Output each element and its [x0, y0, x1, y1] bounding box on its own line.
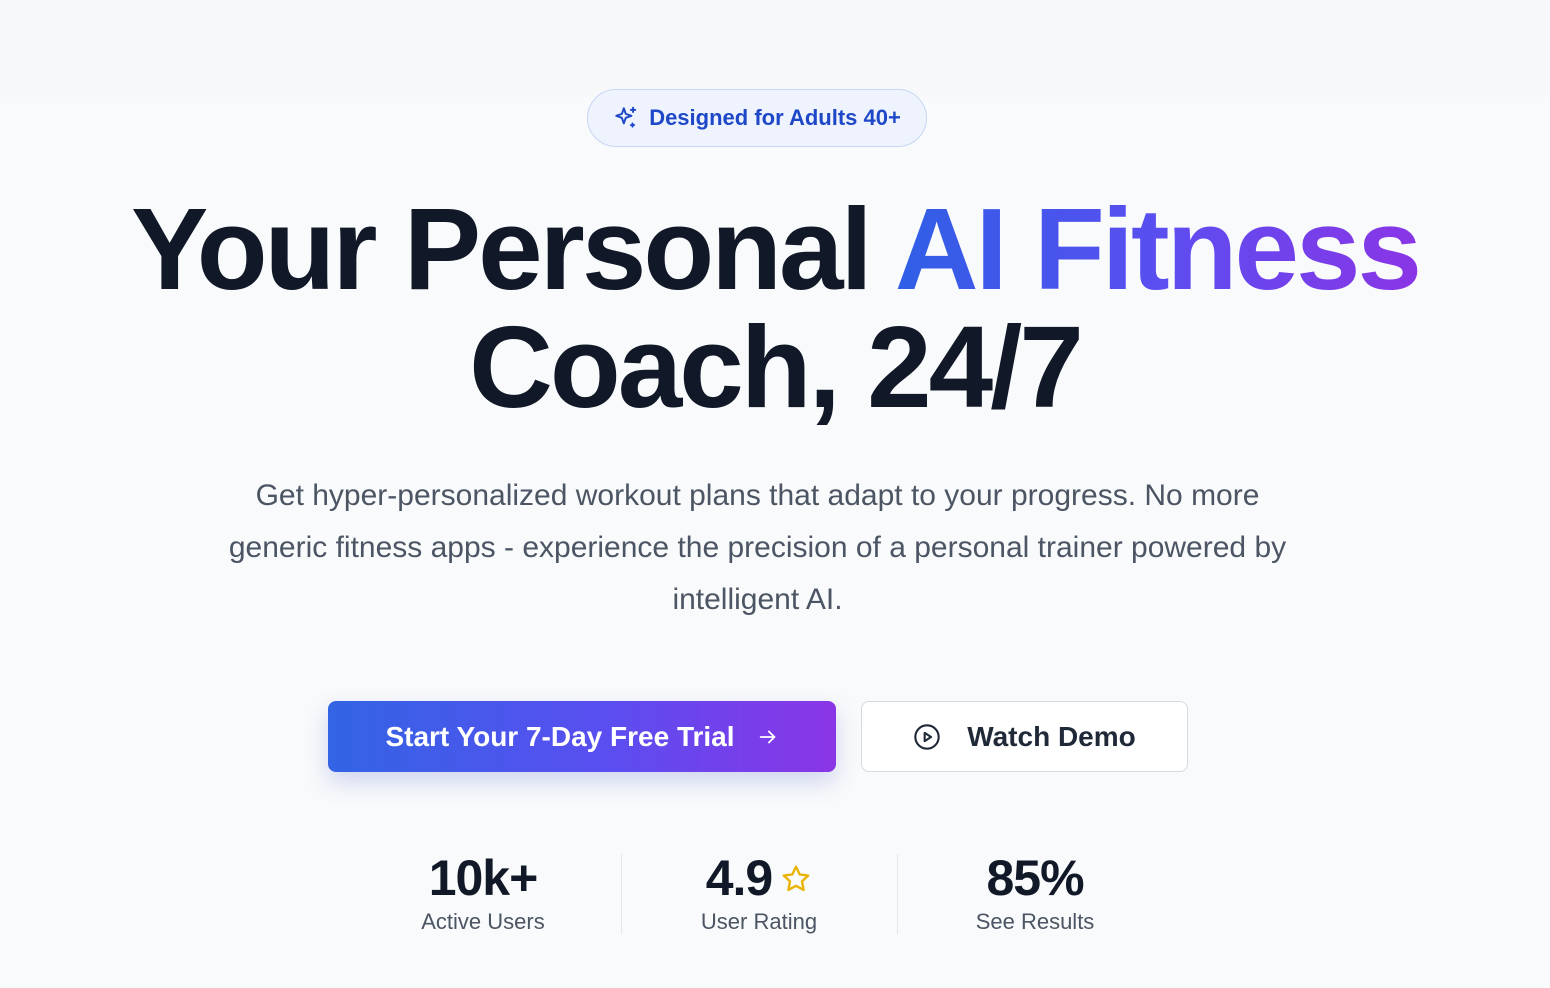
start-free-trial-label: Start Your 7-Day Free Trial: [385, 720, 735, 752]
stat-value: 85%: [986, 850, 1084, 906]
arrow-right-icon: [757, 726, 779, 748]
stat-value-with-icon: 4.9: [621, 848, 897, 908]
audience-badge: Designed for Adults 40+: [587, 89, 927, 147]
hero-headline: Your Personal AI Fitness Coach, 24/7: [0, 190, 1550, 426]
stat-active-users: 10k+ Active Users: [345, 848, 621, 940]
headline-line-1: Your Personal AI Fitness: [0, 190, 1550, 308]
watch-demo-label: Watch Demo: [967, 720, 1136, 752]
watch-demo-button[interactable]: Watch Demo: [861, 701, 1188, 772]
top-band: [0, 0, 1550, 97]
stat-see-results: 85% See Results: [897, 848, 1173, 940]
stats-row: 10k+ Active Users 4.9 User Rating 85% Se…: [345, 848, 1175, 940]
badge-label: Designed for Adults 40+: [649, 105, 901, 130]
headline-highlight-text: AI Fitness: [894, 184, 1422, 314]
stat-label: User Rating: [700, 909, 818, 934]
sparkles-icon: [613, 105, 639, 131]
headline-line-2: Coach, 24/7: [469, 302, 1084, 432]
play-circle-icon: [913, 723, 941, 751]
hero-section: Designed for Adults 40+ Your Personal AI…: [0, 0, 1550, 988]
stat-value: 4.9: [705, 850, 774, 906]
headline-plain-text: Your Personal: [130, 184, 895, 314]
star-icon: [780, 848, 812, 908]
stat-value: 10k+: [428, 850, 539, 906]
start-free-trial-button[interactable]: Start Your 7-Day Free Trial: [328, 701, 836, 772]
stat-label: See Results: [975, 909, 1095, 934]
hero-description: Get hyper-personalized workout plans tha…: [228, 479, 1287, 616]
stat-label: Active Users: [421, 909, 545, 934]
stat-user-rating: 4.9 User Rating: [621, 848, 897, 940]
